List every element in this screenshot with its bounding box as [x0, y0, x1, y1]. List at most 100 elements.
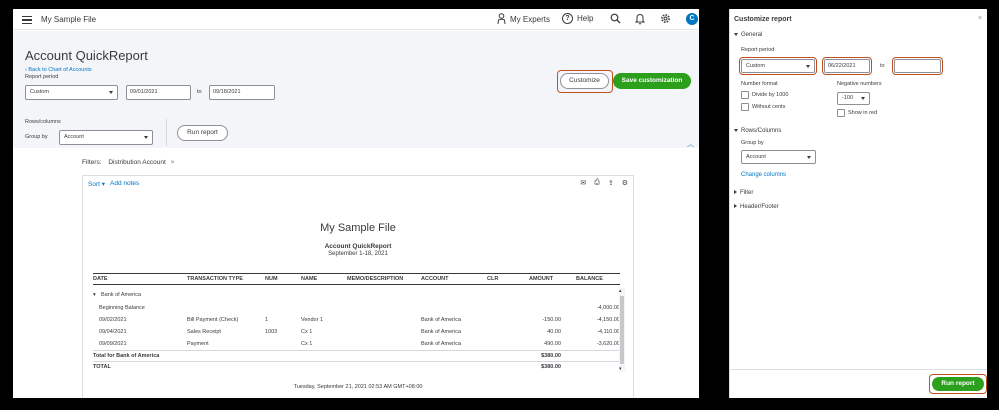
col-header[interactable]: NUM: [265, 276, 278, 282]
date-to-highlight: [892, 57, 943, 75]
report-title: Account QuickReport: [324, 243, 392, 250]
negative-numbers-value: -100: [842, 95, 854, 101]
add-notes-link[interactable]: Add notes: [110, 180, 139, 187]
report-actions: ✉ ⎙ ⇪ ⚙: [580, 179, 628, 187]
date-from-input[interactable]: 09/01/2021: [126, 85, 191, 100]
report-canvas: Sort ▾ Add notes ✉ ⎙ ⇪ ⚙ My Sample File …: [82, 175, 634, 398]
col-header[interactable]: DATE: [93, 276, 108, 282]
my-experts-button[interactable]: My Experts: [497, 13, 550, 25]
to-label: to: [880, 63, 885, 69]
negative-numbers-label: Negative numbers: [837, 81, 882, 87]
divider: [166, 119, 167, 146]
chevron-down-icon: [861, 97, 865, 100]
cell-balance: -4,150.00: [596, 317, 620, 323]
table-row[interactable]: 09/04/2021 Sales Receipt 1003 Cx 1 Bank …: [93, 327, 620, 338]
without-cents-label: Without cents: [752, 104, 786, 110]
save-customization-button[interactable]: Save customization: [613, 73, 691, 89]
negative-numbers-select[interactable]: -100: [837, 92, 870, 105]
without-cents-checkbox[interactable]: [741, 103, 749, 111]
cell-type: Bill Payment (Check): [187, 317, 239, 323]
cell-num: 1003: [265, 329, 278, 335]
notifications-button[interactable]: [635, 13, 645, 25]
chevron-right-icon: [734, 190, 737, 195]
section-general[interactable]: General: [734, 32, 762, 38]
scroll-down-icon[interactable]: ▾: [619, 366, 622, 372]
section-filter-label: Filter: [740, 190, 754, 196]
chevron-right-icon: [734, 204, 737, 209]
gear-icon: [661, 14, 670, 23]
menu-icon[interactable]: [22, 16, 32, 24]
avatar[interactable]: C: [686, 13, 698, 25]
group-row[interactable]: ▾ Bank of America: [93, 290, 620, 301]
run-report-button[interactable]: Run report: [177, 125, 228, 141]
main-window: My Sample File My Experts ? Help C Accou…: [13, 9, 699, 398]
settings-button[interactable]: [660, 13, 671, 24]
col-header[interactable]: ACCOUNT: [421, 276, 449, 282]
close-icon[interactable]: ×: [978, 15, 982, 22]
search-icon: [610, 13, 621, 24]
scrollbar[interactable]: ▴ ▾: [619, 288, 625, 372]
group-by-label: Group by: [741, 140, 764, 146]
email-icon[interactable]: ✉: [580, 179, 586, 187]
section-rows-columns[interactable]: Rows/Columns: [734, 128, 781, 134]
cell-account: Bank of America: [421, 341, 462, 347]
cell-balance: -3,620.00: [596, 341, 620, 347]
gear-icon[interactable]: ⚙: [622, 179, 628, 187]
back-link-label: Back to Chart of Accounts: [28, 67, 92, 73]
group-total-row: Total for Bank of America $380.00: [93, 350, 620, 361]
chevron-down-icon: [109, 91, 113, 94]
report-header: Account QuickReport ‹ Back to Chart of A…: [13, 31, 699, 148]
sort-dropdown[interactable]: Sort ▾: [88, 180, 105, 188]
cell-type: Sales Receipt: [187, 329, 221, 335]
cell-balance: -4,110.00: [597, 329, 620, 335]
col-header[interactable]: CLR: [487, 276, 498, 282]
group-by-select[interactable]: Account: [59, 130, 153, 145]
divide-by-1000-label: Divide by 1000: [752, 92, 789, 98]
section-header-footer[interactable]: Header/Footer: [734, 204, 779, 210]
panel-group-by-select[interactable]: Account: [741, 150, 816, 164]
chevron-down-icon: [734, 32, 738, 36]
help-button[interactable]: ? Help: [562, 13, 593, 24]
col-header[interactable]: NAME: [301, 276, 317, 282]
help-icon: ?: [562, 13, 573, 24]
rows-columns-label: Rows/columns: [25, 119, 61, 125]
chevron-up-icon[interactable]: ︿: [687, 139, 694, 149]
close-icon[interactable]: ×: [171, 159, 175, 166]
chevron-down-icon: [807, 156, 811, 159]
beginning-label: Beginning Balance: [99, 305, 145, 311]
report-period-label: Report period: [741, 47, 775, 53]
divide-by-1000-checkbox[interactable]: [741, 91, 749, 99]
col-header[interactable]: MEMO/DESCRIPTION: [347, 276, 403, 282]
my-experts-label: My Experts: [510, 14, 551, 24]
filter-chip: Distribution Account: [108, 159, 166, 166]
sort-label: Sort: [88, 181, 100, 188]
section-rows-columns-label: Rows/Columns: [741, 128, 782, 134]
report-period-select[interactable]: Custom: [25, 85, 118, 100]
cell-amount: -150.00: [542, 317, 561, 323]
collapse-triangle-icon[interactable]: ▾: [93, 292, 96, 298]
col-header[interactable]: BALANCE: [576, 276, 603, 282]
col-header[interactable]: TRANSACTION TYPE: [187, 276, 243, 282]
change-columns-link[interactable]: Change columns: [741, 172, 786, 178]
col-header[interactable]: AMOUNT: [529, 276, 553, 282]
export-icon[interactable]: ⇪: [608, 179, 614, 187]
back-to-chart-of-accounts-link[interactable]: ‹ Back to Chart of Accounts: [25, 67, 92, 73]
panel-title: Customize report: [734, 16, 792, 23]
scroll-up-icon[interactable]: ▴: [619, 288, 622, 294]
cell-account: Bank of America: [421, 317, 462, 323]
beginning-balance-row: Beginning Balance -4,000.00: [93, 303, 620, 314]
print-icon[interactable]: ⎙: [594, 179, 600, 187]
table-row[interactable]: 09/02/2021 Bill Payment (Check) 1 Vendor…: [93, 315, 620, 326]
chevron-down-icon: [734, 128, 738, 132]
date-to-input[interactable]: 09/18/2021: [209, 85, 275, 100]
table-row[interactable]: 09/09/2021 Payment Cx 1 Bank of America …: [93, 339, 620, 350]
scrollbar-thumb[interactable]: [620, 296, 624, 364]
cell-name: Cx 1: [301, 329, 313, 335]
section-filter[interactable]: Filter: [734, 190, 753, 196]
show-in-red-checkbox[interactable]: [837, 109, 845, 117]
cell-date: 09/09/2021: [99, 341, 127, 347]
group-name: Bank of America: [101, 292, 142, 298]
report-period-value: Custom: [30, 89, 49, 95]
chevron-down-icon: [144, 136, 148, 139]
search-button[interactable]: [610, 13, 621, 24]
